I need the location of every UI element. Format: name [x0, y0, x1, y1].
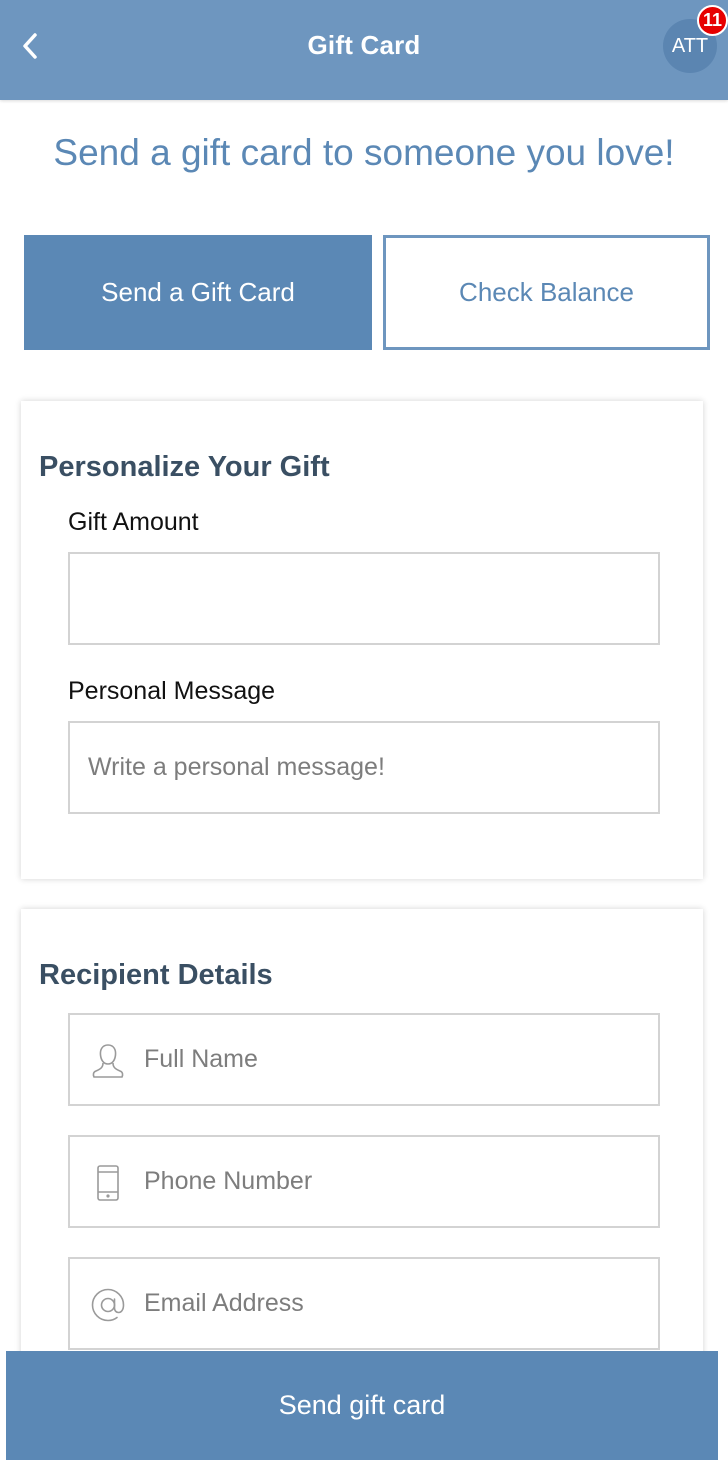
notification-badge: 11 [697, 5, 728, 36]
recipient-title: Recipient Details [39, 959, 273, 991]
phone-number-input[interactable] [70, 1137, 658, 1226]
tab-send-gift-card[interactable]: Send a Gift Card [24, 235, 372, 350]
personal-message-input[interactable] [70, 723, 658, 812]
gift-amount-field-box [68, 552, 660, 645]
at-sign-icon [90, 1286, 126, 1324]
email-field-box [68, 1257, 660, 1350]
header-title: Gift Card [307, 30, 421, 60]
personal-message-label: Personal Message [68, 677, 276, 705]
page-heading: Send a gift card to someone you love! [53, 132, 675, 173]
app-header: Gift Card ATT 11 [0, 0, 728, 100]
full-name-field-box [68, 1013, 660, 1106]
tab-check-balance[interactable]: Check Balance [383, 235, 710, 350]
gift-amount-label: Gift Amount [68, 508, 199, 536]
personalize-card: Personalize Your Gift Gift Amount Person… [21, 401, 703, 879]
full-name-input[interactable] [70, 1015, 658, 1104]
person-icon [90, 1042, 126, 1080]
gift-amount-input[interactable] [70, 554, 658, 643]
phone-icon [90, 1164, 126, 1202]
email-address-input[interactable] [70, 1259, 658, 1348]
personalize-title: Personalize Your Gift [39, 451, 330, 483]
phone-field-box [68, 1135, 660, 1228]
personal-message-field-box [68, 721, 660, 814]
recipient-card: Recipient Details [21, 909, 703, 1379]
send-gift-card-button[interactable]: Send gift card [6, 1351, 718, 1460]
